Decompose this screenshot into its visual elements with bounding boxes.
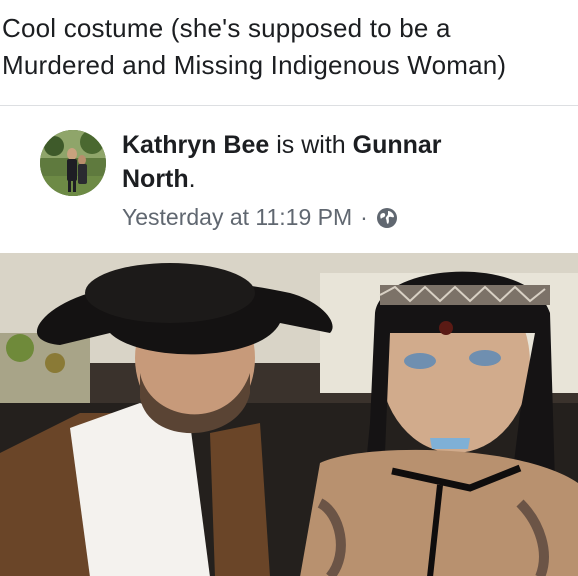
post-meta: Yesterday at 11:19 PM · bbox=[122, 202, 398, 232]
caption-line-1: Cool costume (she's supposed to be a bbox=[2, 13, 451, 43]
caption-line-2: Murdered and Missing Indigenous Woman) bbox=[2, 50, 507, 80]
author-name-link[interactable]: Kathryn Bee bbox=[122, 131, 269, 159]
tagged-friend-link-second[interactable]: North bbox=[122, 165, 189, 193]
shared-post-card: Kathryn Bee is with Gunnar North. Yester… bbox=[0, 105, 578, 576]
meta-separator: · bbox=[360, 204, 368, 230]
tagged-punctuation: . bbox=[188, 165, 196, 193]
tagged-friend-link-first[interactable]: Gunnar bbox=[353, 131, 442, 159]
post-caption: Cool costume (she's supposed to be a Mur… bbox=[2, 10, 572, 84]
costume-photo bbox=[0, 253, 578, 576]
screenshot: Cool costume (she's supposed to be a Mur… bbox=[0, 0, 578, 576]
post-header: Kathryn Bee is with Gunnar North. Yester… bbox=[0, 106, 578, 253]
globe-icon[interactable] bbox=[376, 206, 398, 228]
post-timestamp[interactable]: Yesterday at 11:19 PM bbox=[122, 202, 352, 232]
with-connector: is with bbox=[276, 131, 346, 159]
avatar-photo bbox=[40, 130, 106, 196]
post-photo[interactable] bbox=[0, 253, 578, 576]
avatar[interactable] bbox=[40, 130, 106, 196]
post-author-line: Kathryn Bee is with Gunnar North. bbox=[122, 128, 562, 196]
